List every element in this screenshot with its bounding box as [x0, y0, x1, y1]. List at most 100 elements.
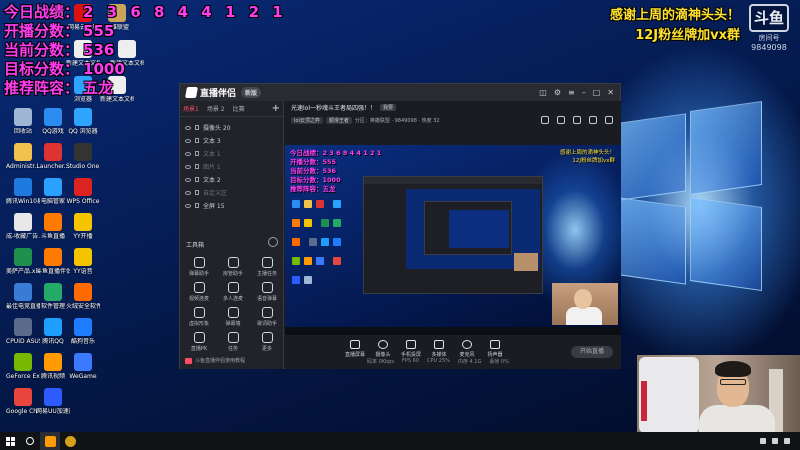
desktop-icon[interactable]: QQ游戏 — [36, 108, 70, 135]
eye-icon[interactable] — [185, 203, 191, 208]
tab-match[interactable]: 比赛 — [233, 104, 245, 113]
lock-icon[interactable] — [195, 138, 199, 143]
desktop-icon[interactable]: CPUID ASUS CPU-Z — [6, 318, 40, 345]
tab-scene-2[interactable]: 场景 2 — [207, 104, 225, 113]
layer-name: 图片 1 — [203, 164, 221, 171]
toolbox-item[interactable]: 语音弹幕 — [252, 282, 282, 302]
lock-icon[interactable] — [195, 151, 199, 156]
eye-icon[interactable] — [185, 177, 191, 182]
tray-icon-1[interactable] — [760, 438, 766, 444]
room-title[interactable]: 光速lol一秒魂斗王者局四强！！ — [291, 103, 376, 112]
layer-name: 文本 2 — [203, 177, 221, 184]
toolbox-item[interactable]: 直播PK — [184, 332, 214, 352]
desktop-icon[interactable]: 腾讯QQ — [36, 318, 70, 345]
desktop-icon[interactable]: 腾讯Win10易用 — [6, 178, 40, 205]
desktop-icon[interactable]: 网易UU加速器 — [36, 388, 70, 415]
eye-icon[interactable] — [185, 138, 191, 143]
desktop-icon[interactable]: WPS Office — [66, 178, 100, 205]
toolbox-item[interactable]: 弹幕墙 — [218, 307, 248, 327]
lock-icon[interactable] — [195, 125, 199, 130]
eye-icon[interactable] — [185, 125, 191, 130]
desktop-icon[interactable]: 最佳电竞直播产品库...022... — [6, 283, 40, 310]
minimize-icon[interactable]: – — [582, 88, 586, 97]
room-tag[interactable]: 我要 — [380, 104, 397, 111]
start-button[interactable] — [0, 432, 20, 450]
desktop-icon-label: 电脑管家 — [40, 198, 65, 205]
desktop-icon[interactable]: 斗鱼直播伴侣 — [36, 248, 70, 275]
desktop-icon[interactable]: Google Chrome — [6, 388, 40, 415]
desktop-icon[interactable]: 美萨产品.xls — [6, 248, 40, 275]
share-icon[interactable] — [573, 116, 581, 124]
toolbox-item[interactable]: 虚拟形象 — [184, 307, 214, 327]
desktop-icon[interactable]: 酷狗音乐 — [66, 318, 100, 345]
eye-icon[interactable] — [185, 190, 191, 195]
lock-icon[interactable] — [195, 203, 199, 208]
room-sub-tag-2[interactable]: 顺滑王者 — [325, 116, 352, 124]
douyu-taskbar-icon — [44, 435, 56, 447]
layer-item[interactable]: 全屏 15 — [180, 199, 231, 212]
desktop-icon[interactable]: Launcher... — [36, 143, 70, 170]
gift-icon[interactable] — [557, 116, 565, 124]
layer-item[interactable]: 文本 2 — [180, 173, 231, 186]
settings-icon[interactable]: ⚙ — [554, 88, 561, 97]
desktop-icon-label: 酷狗音乐 — [70, 338, 95, 345]
room-sub-tag-1[interactable]: lol云顶之弈 — [291, 116, 323, 124]
layer-item[interactable]: 摄像头 20 — [180, 121, 231, 134]
desktop-icon[interactable]: GeForce Experience — [6, 353, 40, 380]
layer-item[interactable]: 图片 1 — [180, 160, 231, 173]
lock-icon[interactable] — [195, 177, 199, 182]
tool-label: 弹幕助手 — [188, 271, 209, 277]
desktop-icon[interactable]: YY开播 — [66, 213, 100, 240]
layer-item[interactable]: 文本 3 — [180, 134, 231, 147]
video-icon — [185, 357, 192, 364]
desktop-icon[interactable]: 电脑管家 — [36, 178, 70, 205]
shop-icon[interactable] — [541, 116, 549, 124]
desktop-icon[interactable]: 腾讯视频 — [36, 353, 70, 380]
maximize-icon[interactable]: □ — [593, 88, 601, 97]
add-scene-icon[interactable]: + — [272, 103, 280, 114]
toolbox-item[interactable]: 歌词助手 — [252, 307, 282, 327]
cortana-button[interactable] — [20, 432, 40, 450]
toolbox-item[interactable]: 任务 — [218, 332, 248, 352]
windows-taskbar — [0, 432, 800, 450]
skin-icon[interactable]: ◫ — [539, 88, 547, 97]
eye-icon[interactable] — [185, 164, 191, 169]
app-titlebar[interactable]: 直播伴侣 新版 ◫ ⚙ ≡ – □ ✕ — [180, 84, 620, 101]
live-preview[interactable]: 今日战绩：2 3 6 8 4 4 1 2 1 开播分数：555 当前分数：536… — [285, 145, 621, 335]
yy-voice-icon — [74, 248, 92, 266]
version-badge[interactable]: 新版 — [241, 87, 262, 98]
layer-item[interactable]: 自定义区 — [180, 186, 231, 199]
toolbox-item[interactable]: 多人连麦 — [218, 282, 248, 302]
tray-icon-3[interactable] — [784, 438, 790, 444]
tutorial-link[interactable]: 斗鱼直播伴侣使用教程 — [185, 357, 245, 364]
desktop-icon[interactable]: Studio One.exe — [66, 143, 100, 170]
toolbox-item[interactable]: 主播任务 — [252, 257, 282, 277]
toolbox-item[interactable]: 弹幕助手 — [184, 257, 214, 277]
desktop-icon[interactable]: QQ 浏览器 — [66, 108, 100, 135]
taskbar-app-2[interactable] — [60, 432, 80, 450]
desktop-icon[interactable]: 回收站 — [6, 108, 40, 135]
lock-icon[interactable] — [195, 164, 199, 169]
desktop-icon[interactable]: Administr... — [6, 143, 40, 170]
toolbox-item[interactable]: 房管助手 — [218, 257, 248, 277]
toolbox-item[interactable]: 视频连麦 — [184, 282, 214, 302]
more-icon[interactable] — [605, 116, 613, 124]
layer-item[interactable]: 文本 1 — [180, 147, 231, 160]
toolbox-settings-icon[interactable] — [268, 237, 278, 247]
uu-icon — [44, 388, 62, 406]
desktop-icon[interactable]: YY语音 — [66, 248, 100, 275]
tray-icon-2[interactable] — [772, 438, 778, 444]
desktop-icon[interactable]: 软件管理 — [36, 283, 70, 310]
eye-icon[interactable] — [185, 151, 191, 156]
desktop-icon[interactable]: WeGame — [66, 353, 100, 380]
toolbox-item[interactable]: 更多 — [252, 332, 282, 352]
desktop-icon[interactable]: 火绒安全软件 — [66, 283, 100, 310]
menu-icon[interactable]: ≡ — [568, 88, 575, 97]
lock-icon[interactable] — [195, 190, 199, 195]
close-icon[interactable]: ✕ — [607, 88, 614, 97]
tab-scene-1[interactable]: 场景1 — [183, 104, 199, 113]
notification-icon[interactable] — [589, 116, 597, 124]
desktop-icon[interactable]: 斗鱼直播 — [36, 213, 70, 240]
taskbar-app-1[interactable] — [40, 432, 60, 450]
desktop-icon[interactable]: 成-收藏广告.xsks — [6, 213, 40, 240]
